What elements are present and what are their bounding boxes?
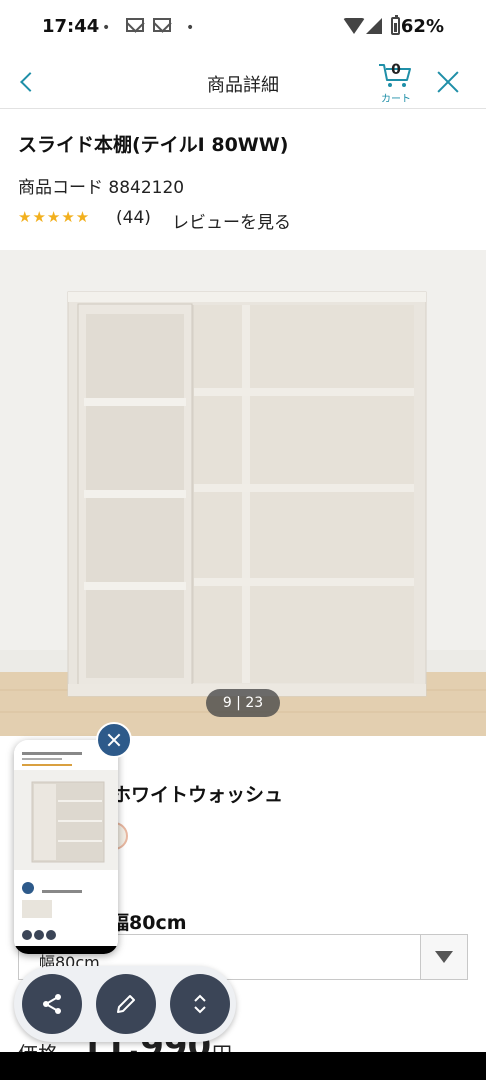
screenshot-preview[interactable] xyxy=(14,740,118,954)
product-name: スライド本棚(テイルI 80WW) xyxy=(18,134,289,156)
cart-count: 0 xyxy=(391,62,401,78)
dot-icon: • xyxy=(186,20,195,36)
status-time: 17:44 xyxy=(42,16,100,37)
review-link[interactable]: レビューを見る xyxy=(172,208,291,233)
dropdown-arrow-icon[interactable] xyxy=(420,935,467,979)
cart-button[interactable]: 0 カート xyxy=(373,60,419,105)
mail-icon xyxy=(153,18,171,32)
share-button[interactable] xyxy=(22,974,82,1034)
battery-icon xyxy=(391,15,400,35)
product-image[interactable] xyxy=(0,250,486,736)
size-label: 幅80cm xyxy=(110,912,187,934)
dot-icon: • xyxy=(102,20,111,36)
wifi-icon xyxy=(343,18,365,34)
close-button[interactable] xyxy=(434,68,462,96)
product-code: 商品コード 8842120 xyxy=(18,178,185,198)
battery-percent: 62% xyxy=(400,16,444,37)
review-count: (44) xyxy=(116,208,151,228)
color-label: ホワイトウォッシュ xyxy=(112,784,284,806)
edit-icon xyxy=(117,995,135,1013)
system-nav-bar xyxy=(0,1052,486,1080)
expand-icon xyxy=(194,994,206,1014)
app-header: 商品詳細 0 カート xyxy=(0,56,486,109)
screenshot-actions xyxy=(14,966,236,1042)
status-bar: 17:44 • • 62% xyxy=(0,0,486,56)
cart-label: カート xyxy=(381,94,411,105)
image-counter: 9 | 23 xyxy=(206,689,280,717)
mail-icon xyxy=(126,18,144,32)
rating-stars: ★★★★★ xyxy=(18,208,91,226)
signal-icon xyxy=(366,18,382,34)
share-icon xyxy=(43,994,61,1014)
expand-button[interactable] xyxy=(170,974,230,1034)
preview-close-button[interactable] xyxy=(96,722,132,758)
edit-button[interactable] xyxy=(96,974,156,1034)
